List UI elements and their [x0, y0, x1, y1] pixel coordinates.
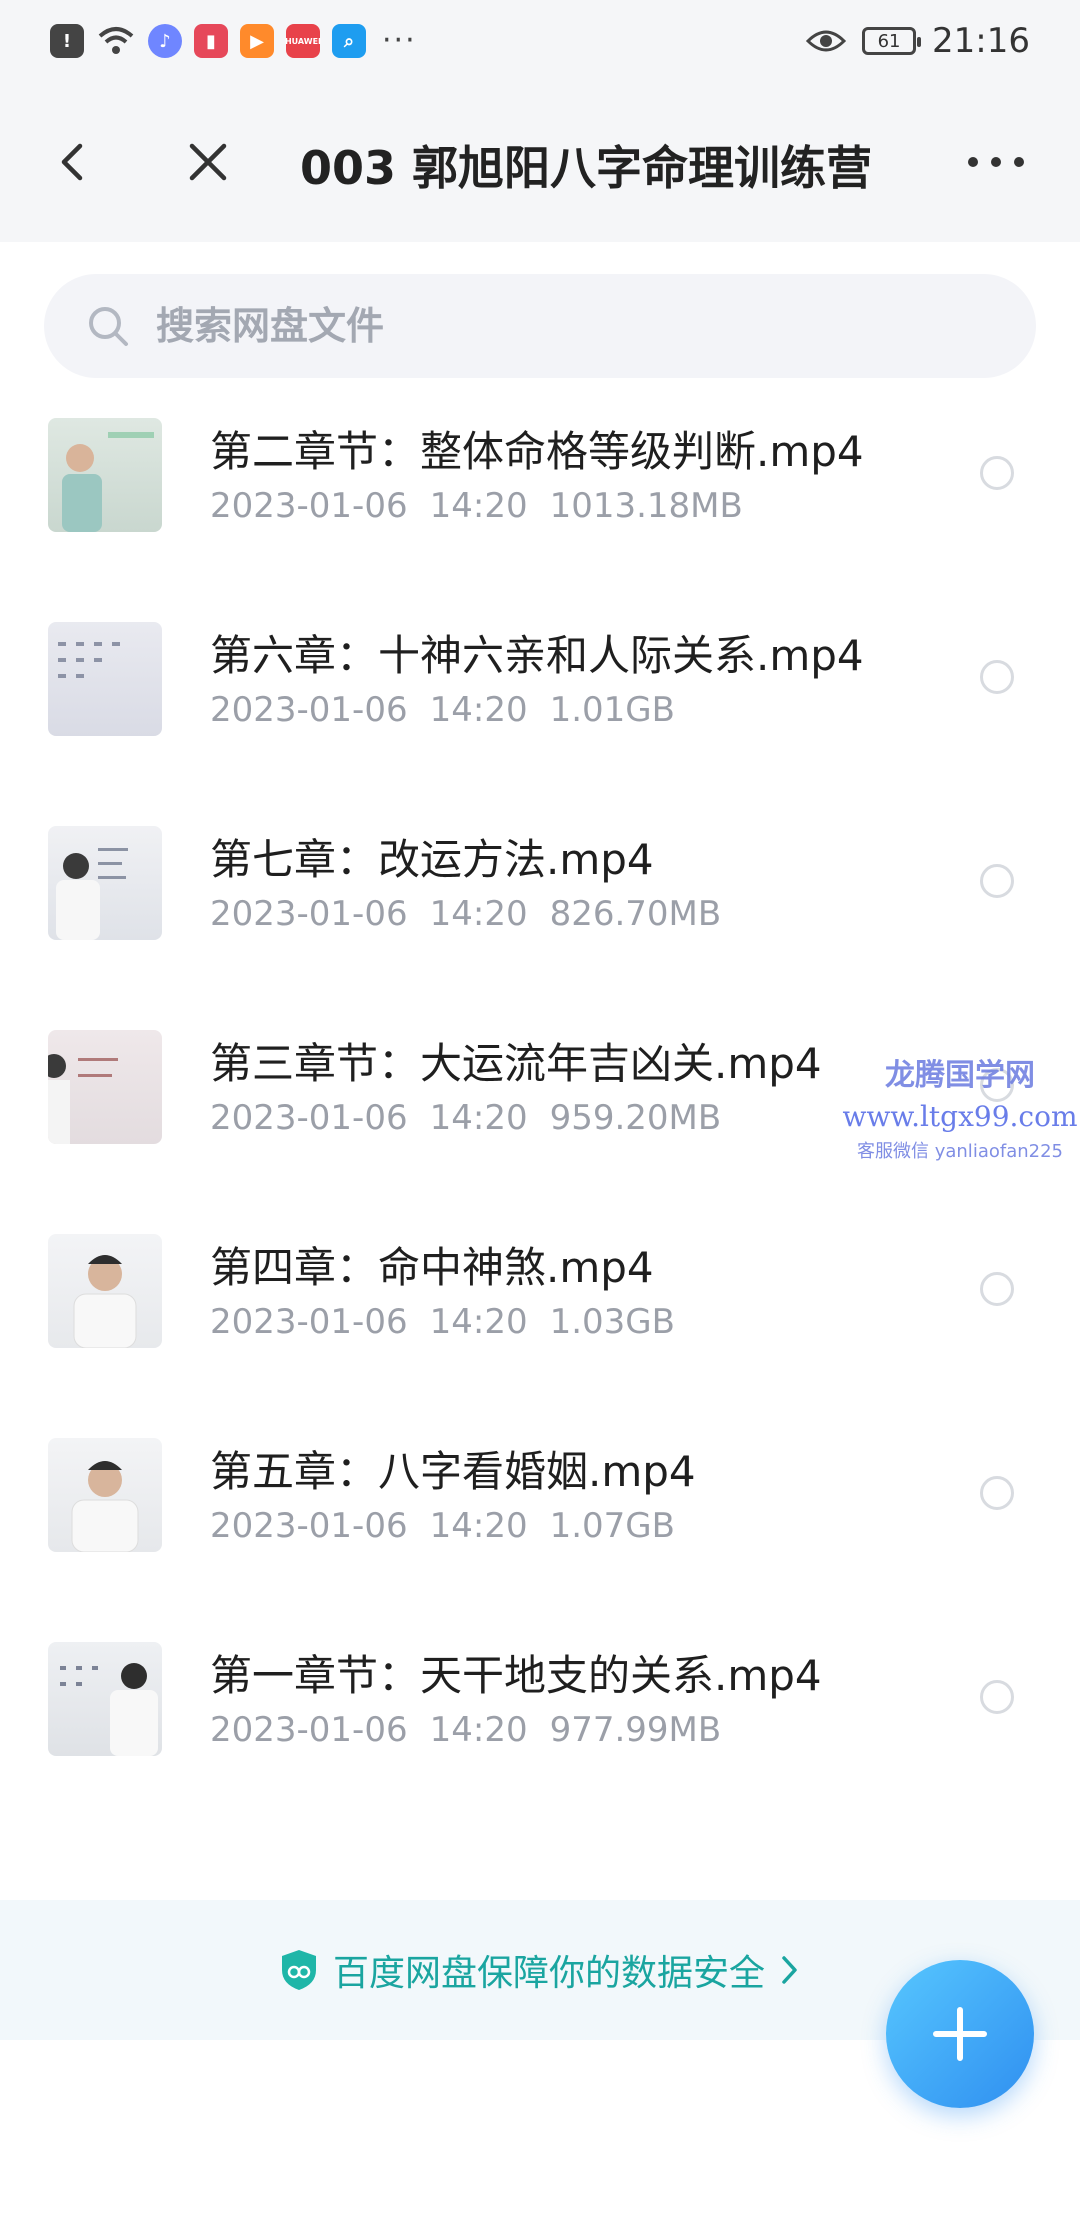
file-time: 14:20	[429, 1098, 528, 1138]
file-name: 第三章节：大运流年吉凶关.mp4	[210, 1039, 822, 1088]
file-time: 14:20	[429, 1506, 528, 1546]
file-date: 2023-01-06	[210, 486, 408, 526]
file-meta: 2023-01-06 14:20 1.01GB	[210, 690, 697, 730]
file-size: 977.99MB	[549, 1710, 722, 1750]
file-size: 1.07GB	[549, 1506, 675, 1546]
file-time: 14:20	[429, 690, 528, 730]
page-title: 003 郭旭阳八字命理训练营	[300, 141, 873, 195]
watermark: 龙腾国学网 www.ltgx99.com 客服微信 yanliaofan225	[830, 1050, 1080, 1163]
file-meta: 2023-01-06 14:20 826.70MB	[210, 894, 743, 934]
battery-indicator: 61	[862, 27, 922, 55]
search-icon	[89, 307, 128, 346]
select-checkbox[interactable]	[980, 456, 1014, 490]
select-checkbox[interactable]	[980, 1476, 1014, 1510]
watermark-contact: 客服微信 yanliaofan225	[857, 1141, 1063, 1162]
status-time: 21:16	[932, 21, 1030, 61]
more-notifications-icon: ···	[382, 23, 417, 58]
file-meta: 2023-01-06 14:20 1013.18MB	[210, 486, 765, 526]
video-thumbnail	[48, 826, 162, 940]
file-row[interactable]: 第一章节：天干地支的关系.mp4 2023-01-06 14:20 977.99MB	[0, 1624, 1080, 1828]
file-row[interactable]: 第六章：十神六亲和人际关系.mp4 2023-01-06 14:20 1.01GB	[0, 604, 1080, 808]
status-bar: ! ♪ ▮ ▶ HUAWEI ⌕ ··· 61 21:16	[0, 0, 1080, 82]
video-thumbnail	[48, 1234, 162, 1348]
file-date: 2023-01-06	[210, 1710, 408, 1750]
file-date: 2023-01-06	[210, 1506, 408, 1546]
file-time: 14:20	[429, 486, 528, 526]
file-size: 826.70MB	[549, 894, 722, 934]
file-meta: 2023-01-06 14:20 1.07GB	[210, 1506, 697, 1546]
shield-icon	[281, 1950, 316, 1990]
file-meta: 2023-01-06 14:20 1.03GB	[210, 1302, 697, 1342]
file-row[interactable]: 第五章：八字看婚姻.mp4 2023-01-06 14:20 1.07GB	[0, 1420, 1080, 1624]
video-thumbnail	[48, 622, 162, 736]
file-name: 第六章：十神六亲和人际关系.mp4	[210, 631, 864, 680]
select-checkbox[interactable]	[980, 1680, 1014, 1714]
file-date: 2023-01-06	[210, 1302, 408, 1342]
file-name: 第五章：八字看婚姻.mp4	[210, 1447, 696, 1496]
video-thumbnail	[48, 1030, 162, 1144]
eye-icon	[806, 30, 847, 52]
file-time: 14:20	[429, 1302, 528, 1342]
file-row[interactable]: 第二章节：整体命格等级判断.mp4 2023-01-06 14:20 1013.18…	[0, 400, 1080, 604]
search-app-icon: ⌕	[332, 24, 366, 58]
battery-level: 61	[877, 30, 901, 52]
huawei-icon: HUAWEI	[284, 24, 322, 58]
security-text: 百度网盘保障你的数据安全	[332, 1953, 765, 1994]
select-checkbox[interactable]	[980, 864, 1014, 898]
search-input[interactable]	[156, 304, 956, 348]
video-thumbnail	[48, 1438, 162, 1552]
status-left-icons: ! ♪ ▮ ▶ HUAWEI ⌕ ···	[50, 24, 417, 58]
file-meta: 2023-01-06 14:20 959.20MB	[210, 1098, 743, 1138]
alert-icon: !	[50, 24, 84, 58]
video-thumbnail	[48, 418, 162, 532]
video-icon: ▶	[240, 24, 274, 58]
wifi-icon	[98, 27, 134, 54]
file-name: 第二章节：整体命格等级判断.mp4	[210, 427, 864, 476]
file-size: 1.03GB	[549, 1302, 675, 1342]
file-name: 第四章：命中神煞.mp4	[210, 1243, 654, 1292]
chevron-right-icon	[782, 1956, 797, 1984]
file-time: 14:20	[429, 1710, 528, 1750]
file-meta: 2023-01-06 14:20 977.99MB	[210, 1710, 743, 1750]
file-size: 1013.18MB	[549, 486, 743, 526]
music-icon: ♪	[148, 24, 182, 58]
file-date: 2023-01-06	[210, 1098, 408, 1138]
watermark-url: www.ltgx99.com	[842, 1100, 1078, 1133]
select-checkbox[interactable]	[980, 1272, 1014, 1306]
file-name: 第七章：改运方法.mp4	[210, 835, 654, 884]
file-size: 959.20MB	[549, 1098, 722, 1138]
file-row[interactable]: 第七章：改运方法.mp4 2023-01-06 14:20 826.70MB	[0, 808, 1080, 1012]
more-options-icon[interactable]	[968, 138, 1024, 186]
file-size: 1.01GB	[549, 690, 675, 730]
file-date: 2023-01-06	[210, 690, 408, 730]
book-icon: ▮	[194, 24, 228, 58]
add-button[interactable]	[886, 1960, 1034, 2108]
watermark-title: 龙腾国学网	[885, 1058, 1035, 1093]
close-icon[interactable]	[184, 138, 232, 186]
file-date: 2023-01-06	[210, 894, 408, 934]
back-icon[interactable]	[52, 140, 96, 184]
file-time: 14:20	[429, 894, 528, 934]
plus-icon	[933, 2007, 987, 2061]
search-bar[interactable]	[44, 274, 1036, 378]
file-name: 第一章节：天干地支的关系.mp4	[210, 1651, 822, 1700]
file-row[interactable]: 第四章：命中神煞.mp4 2023-01-06 14:20 1.03GB	[0, 1216, 1080, 1420]
huawei-label: HUAWEI	[284, 36, 322, 46]
top-bar: 003 郭旭阳八字命理训练营	[0, 82, 1080, 242]
status-right: 61 21:16	[806, 21, 1030, 61]
security-link[interactable]: 百度网盘保障你的数据安全	[279, 1944, 801, 1996]
video-thumbnail	[48, 1642, 162, 1756]
select-checkbox[interactable]	[980, 660, 1014, 694]
